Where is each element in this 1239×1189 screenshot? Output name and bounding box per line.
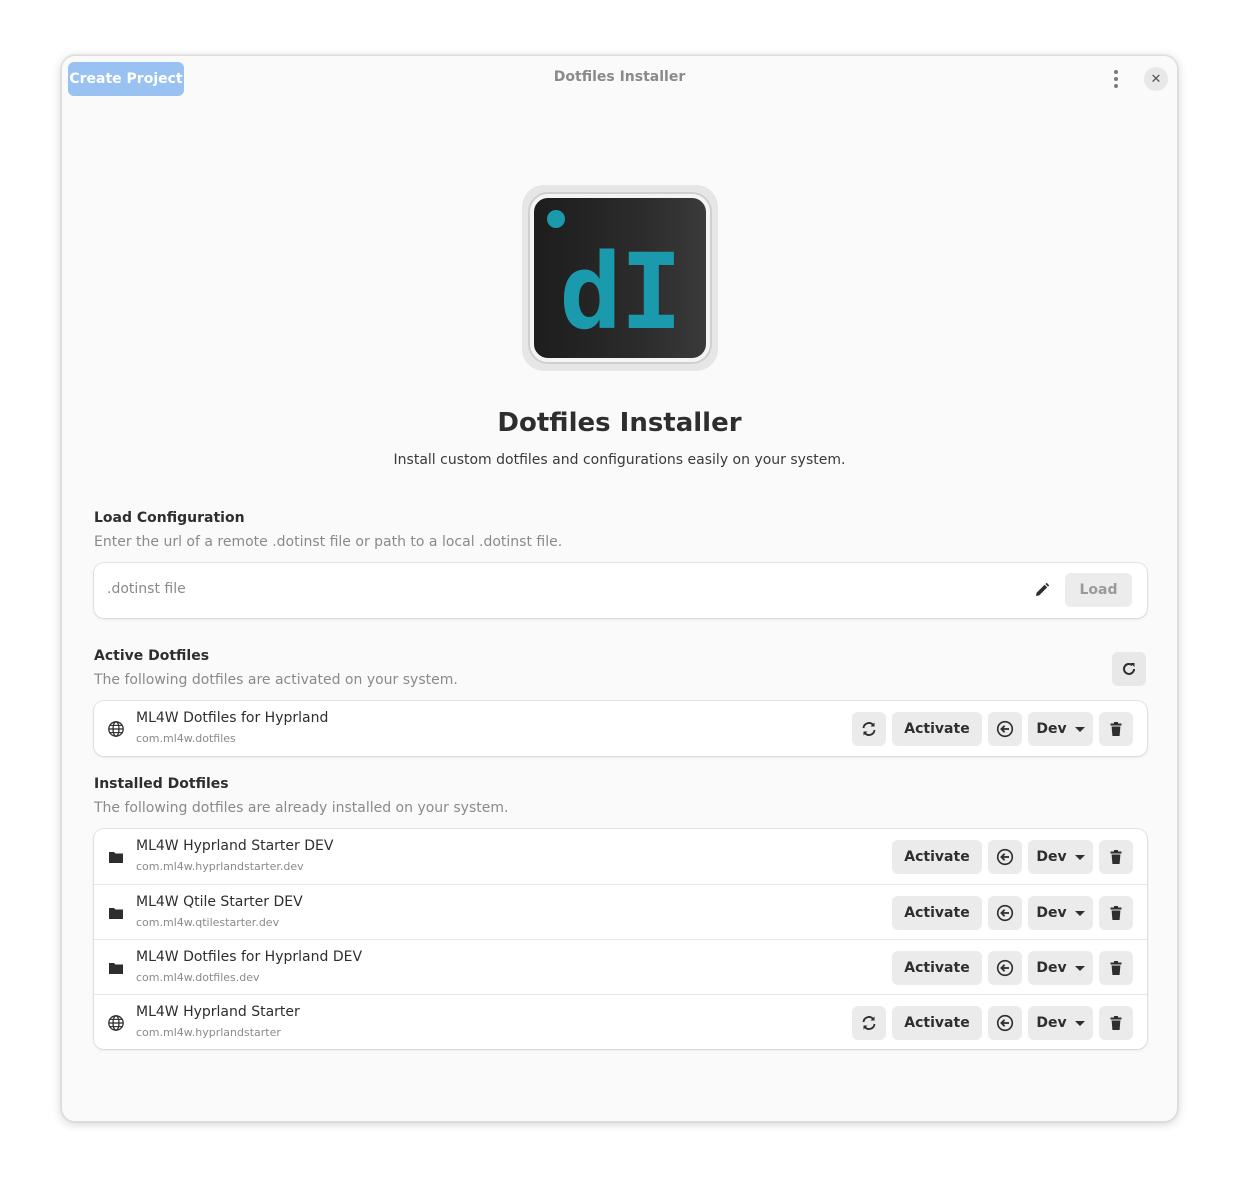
- dotfile-name: ML4W Hyprland Starter DEV: [136, 838, 334, 854]
- app-title: Dotfiles Installer: [497, 408, 742, 438]
- back-circle-icon: [996, 959, 1014, 977]
- channel-dropdown[interactable]: Dev: [1028, 951, 1093, 985]
- app-description: Install custom dotfiles and configuratio…: [393, 452, 846, 468]
- channel-label: Dev: [1036, 849, 1067, 865]
- dotfile-id: com.ml4w.hyprlandstarter: [136, 1026, 281, 1039]
- chevron-down-icon: [1074, 854, 1085, 860]
- load-config-title: Load Configuration: [94, 510, 245, 526]
- dotfile-id: com.ml4w.qtilestarter.dev: [136, 916, 280, 929]
- menu-dot: [1114, 77, 1118, 81]
- restore-button[interactable]: [988, 840, 1022, 874]
- app-window: Create Project Dotfiles Installer ✕ dI D…: [61, 55, 1178, 1122]
- header-bar: Create Project Dotfiles Installer ✕: [62, 56, 1177, 102]
- trash-icon: [1107, 720, 1125, 738]
- menu-dot: [1114, 84, 1118, 88]
- logo-dot: [547, 210, 565, 228]
- active-dotfiles-list: ML4W Dotfiles for Hyprland com.ml4w.dotfi…: [94, 701, 1147, 756]
- window-title: Dotfiles Installer: [553, 69, 686, 85]
- dotfile-name: ML4W Dotfiles for Hyprland DEV: [136, 949, 363, 965]
- activate-button[interactable]: Activate: [892, 1006, 982, 1040]
- installed-dotfiles-subtitle: The following dotfiles are already insta…: [94, 800, 509, 816]
- back-circle-icon: [996, 1014, 1014, 1032]
- sync-icon: [860, 1014, 878, 1032]
- dotinst-input[interactable]: .dotinst file: [107, 581, 186, 597]
- dotfile-name: ML4W Hyprland Starter: [136, 1004, 300, 1020]
- load-button[interactable]: Load: [1065, 573, 1132, 607]
- channel-label: Dev: [1036, 960, 1067, 976]
- restore-button[interactable]: [988, 896, 1022, 930]
- refresh-button[interactable]: [1112, 652, 1146, 686]
- chevron-down-icon: [1074, 1020, 1085, 1026]
- installed-dotfiles-title: Installed Dotfiles: [94, 776, 229, 792]
- dotfile-name: ML4W Qtile Starter DEV: [136, 894, 303, 910]
- folder-icon: [106, 903, 126, 923]
- back-circle-icon: [996, 848, 1014, 866]
- activate-button[interactable]: Activate: [892, 840, 982, 874]
- active-dotfiles-title: Active Dotfiles: [94, 648, 210, 664]
- dotfile-row: ML4W Dotfiles for Hyprland com.ml4w.dotfi…: [94, 701, 1147, 756]
- close-icon: ✕: [1150, 71, 1162, 87]
- activate-button[interactable]: Activate: [892, 951, 982, 985]
- dotfile-name: ML4W Dotfiles for Hyprland: [136, 710, 329, 726]
- channel-dropdown[interactable]: Dev: [1028, 840, 1093, 874]
- sync-icon: [860, 720, 878, 738]
- restore-button[interactable]: [988, 1006, 1022, 1040]
- chevron-down-icon: [1074, 965, 1085, 971]
- activate-button[interactable]: Activate: [892, 712, 982, 746]
- app-logo: dI: [522, 185, 718, 371]
- dotfile-row: ML4W Hyprland Starter com.ml4w.hyprlandst…: [94, 994, 1147, 1049]
- dotfile-id: com.ml4w.dotfiles: [136, 732, 236, 745]
- activate-button[interactable]: Activate: [892, 896, 982, 930]
- update-button[interactable]: [852, 1006, 886, 1040]
- load-config-entry[interactable]: .dotinst file Load: [94, 563, 1147, 618]
- chevron-down-icon: [1074, 726, 1085, 732]
- menu-dots-icon: [1114, 70, 1118, 74]
- restore-button[interactable]: [988, 951, 1022, 985]
- logo-text: dI: [559, 231, 682, 353]
- app-logo-tile: dI: [530, 194, 710, 362]
- installed-dotfiles-list: ML4W Hyprland Starter DEV com.ml4w.hyprla…: [94, 829, 1147, 1049]
- folder-icon: [106, 847, 126, 867]
- dotfile-id: com.ml4w.dotfiles.dev: [136, 971, 260, 984]
- dotfile-row: ML4W Dotfiles for Hyprland DEV com.ml4w.d…: [94, 939, 1147, 994]
- delete-button[interactable]: [1099, 951, 1133, 985]
- close-button[interactable]: ✕: [1144, 67, 1168, 91]
- active-dotfiles-subtitle: The following dotfiles are activated on …: [94, 672, 458, 688]
- back-circle-icon: [996, 720, 1014, 738]
- delete-button[interactable]: [1099, 840, 1133, 874]
- dotfile-row: ML4W Hyprland Starter DEV com.ml4w.hyprla…: [94, 829, 1147, 884]
- channel-dropdown[interactable]: Dev: [1028, 712, 1093, 746]
- load-config-subtitle: Enter the url of a remote .dotinst file …: [94, 534, 563, 550]
- chevron-down-icon: [1074, 910, 1085, 916]
- trash-icon: [1107, 904, 1125, 922]
- channel-dropdown[interactable]: Dev: [1028, 1006, 1093, 1040]
- trash-icon: [1107, 1014, 1125, 1032]
- refresh-icon: [1120, 660, 1138, 678]
- delete-button[interactable]: [1099, 1006, 1133, 1040]
- dotfile-id: com.ml4w.hyprlandstarter.dev: [136, 860, 304, 873]
- folder-icon: [106, 958, 126, 978]
- channel-label: Dev: [1036, 905, 1067, 921]
- dotfile-row: ML4W Qtile Starter DEV com.ml4w.qtilestar…: [94, 884, 1147, 939]
- globe-icon: [106, 719, 126, 739]
- channel-label: Dev: [1036, 1015, 1067, 1031]
- edit-pencil-icon: [1032, 580, 1052, 600]
- trash-icon: [1107, 959, 1125, 977]
- restore-button[interactable]: [988, 712, 1022, 746]
- globe-icon: [106, 1013, 126, 1033]
- main-menu-button[interactable]: [1102, 63, 1130, 95]
- delete-button[interactable]: [1099, 896, 1133, 930]
- trash-icon: [1107, 848, 1125, 866]
- update-button[interactable]: [852, 712, 886, 746]
- channel-label: Dev: [1036, 721, 1067, 737]
- back-circle-icon: [996, 904, 1014, 922]
- delete-button[interactable]: [1099, 712, 1133, 746]
- channel-dropdown[interactable]: Dev: [1028, 896, 1093, 930]
